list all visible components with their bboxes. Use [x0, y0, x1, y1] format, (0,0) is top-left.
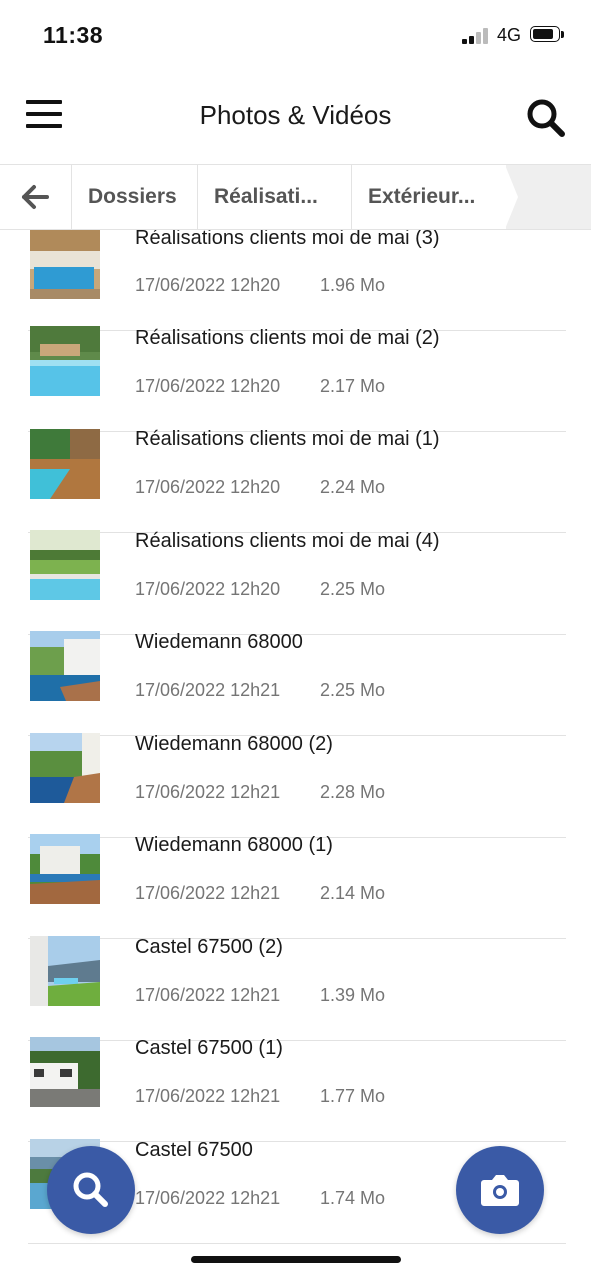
file-list: Réalisations clients moi de mai (3) 17/0…: [0, 230, 591, 1250]
home-indicator: [191, 1256, 401, 1263]
file-title: Wiedemann 68000 (2): [135, 733, 333, 755]
list-item[interactable]: Castel 67500 (1) 17/06/2022 12h21 1.77 M…: [28, 1037, 566, 1142]
cellular-signal-icon: [462, 28, 492, 44]
file-size: 1.74 Mo: [320, 1188, 386, 1208]
status-bar: 11:38 4G: [0, 0, 591, 72]
file-size: 2.24 Mo: [320, 477, 386, 497]
file-title: Castel 67500: [135, 1139, 253, 1161]
file-thumbnail: [30, 429, 100, 499]
file-thumbnail: [30, 530, 100, 600]
list-item[interactable]: Castel 67500 (2) 17/06/2022 12h21 1.39 M…: [28, 936, 566, 1041]
breadcrumb-item-realisations[interactable]: Réalisati...: [198, 165, 352, 229]
back-arrow-icon: [22, 185, 49, 209]
file-title: Wiedemann 68000 (1): [135, 834, 333, 856]
file-size: 2.28 Mo: [320, 782, 386, 802]
battery-icon: [530, 26, 564, 44]
file-title: Wiedemann 68000: [135, 631, 303, 653]
file-thumbnail: [30, 326, 100, 396]
file-thumbnail: [30, 834, 100, 904]
breadcrumb-item-exterieur[interactable]: Extérieur...: [352, 165, 506, 229]
file-title: Castel 67500 (2): [135, 936, 283, 958]
file-title: Castel 67500 (1): [135, 1037, 283, 1059]
file-date: 17/06/2022 12h21: [135, 1188, 281, 1208]
file-date: 17/06/2022 12h20: [135, 275, 281, 295]
list-item[interactable]: Wiedemann 68000 (2) 17/06/2022 12h21 2.2…: [28, 733, 566, 838]
file-thumbnail: [30, 1037, 100, 1107]
floating-camera-button[interactable]: [456, 1146, 544, 1234]
search-icon[interactable]: [524, 96, 568, 140]
file-thumbnail: [30, 733, 100, 803]
list-item[interactable]: Wiedemann 68000 (1) 17/06/2022 12h21 2.1…: [28, 834, 566, 939]
file-date: 17/06/2022 12h20: [135, 477, 281, 497]
breadcrumb-item-dossiers[interactable]: Dossiers: [72, 165, 198, 229]
file-size: 2.17 Mo: [320, 376, 386, 396]
file-date: 17/06/2022 12h21: [135, 985, 281, 1005]
list-item[interactable]: Réalisations clients moi de mai (1) 17/0…: [28, 428, 566, 533]
search-icon: [73, 1172, 108, 1207]
list-item[interactable]: Réalisations clients moi de mai (2) 17/0…: [28, 326, 566, 432]
list-item[interactable]: Réalisations clients moi de mai (3) 17/0…: [28, 230, 566, 331]
file-title: Réalisations clients moi de mai (1): [135, 428, 440, 450]
list-item[interactable]: Wiedemann 68000 17/06/2022 12h21 2.25 Mo: [28, 631, 566, 736]
status-time: 11:38: [43, 22, 104, 48]
app-header: Photos & Vidéos: [0, 72, 591, 164]
file-title: Réalisations clients moi de mai (2): [135, 327, 440, 349]
list-item[interactable]: Réalisations clients moi de mai (4) 17/0…: [28, 530, 566, 635]
file-size: 2.14 Mo: [320, 883, 386, 903]
file-title: Réalisations clients moi de mai (3): [135, 230, 440, 249]
file-thumbnail: [30, 631, 100, 701]
file-date: 17/06/2022 12h21: [135, 680, 281, 700]
breadcrumb-arrow: [505, 165, 518, 229]
breadcrumb: Dossiers Réalisati... Extérieur...: [0, 164, 591, 230]
floating-search-button[interactable]: [47, 1146, 135, 1234]
file-date: 17/06/2022 12h20: [135, 376, 281, 396]
page-title: Photos & Vidéos: [199, 100, 392, 130]
file-size: 1.96 Mo: [320, 275, 386, 295]
file-date: 17/06/2022 12h21: [135, 883, 281, 903]
file-size: 2.25 Mo: [320, 680, 386, 700]
camera-icon: [481, 1175, 519, 1206]
file-size: 1.39 Mo: [320, 985, 386, 1005]
file-size: 2.25 Mo: [320, 579, 386, 599]
file-date: 17/06/2022 12h21: [135, 1086, 281, 1106]
file-thumbnail: [30, 230, 100, 299]
network-type: 4G: [497, 25, 522, 45]
file-title: Réalisations clients moi de mai (4): [135, 530, 440, 552]
back-button[interactable]: [0, 165, 72, 229]
file-size: 1.77 Mo: [320, 1086, 386, 1106]
file-date: 17/06/2022 12h20: [135, 579, 281, 599]
file-thumbnail: [30, 936, 100, 1006]
file-date: 17/06/2022 12h21: [135, 782, 281, 802]
